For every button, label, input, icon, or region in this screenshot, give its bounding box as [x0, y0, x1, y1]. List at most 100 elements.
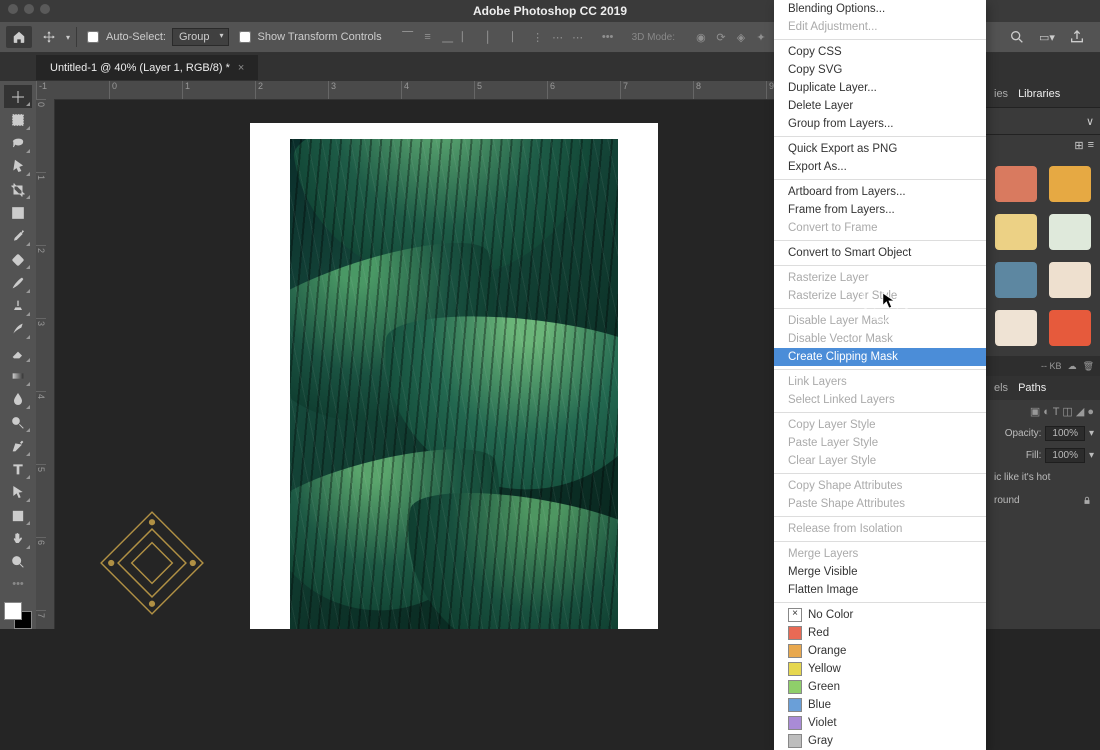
home-button[interactable] — [6, 26, 32, 48]
menu-color-item[interactable]: Gray — [774, 732, 986, 750]
history-brush-tool[interactable] — [4, 318, 32, 341]
show-transform-checkbox[interactable]: Show Transform Controls — [235, 28, 382, 46]
foreground-background-colors[interactable] — [4, 602, 32, 629]
context-menu[interactable]: Blending Options...Edit Adjustment... Cop… — [774, 0, 986, 750]
menu-color-item[interactable]: Red — [774, 624, 986, 642]
menu-item: Merge Layers — [774, 545, 986, 563]
shape-tool[interactable] — [4, 504, 32, 527]
library-swatch[interactable] — [995, 214, 1037, 250]
watermark-logo — [92, 503, 212, 623]
panels-area: ies Libraries ∨ ⊞ ≡ -- KB☁🗑 elsPaths ▣ ◐… — [986, 81, 1100, 629]
lasso-tool[interactable] — [4, 132, 32, 155]
menu-color-item[interactable]: Violet — [774, 714, 986, 732]
auto-select-checkbox[interactable]: Auto-Select: — [83, 28, 166, 46]
library-swatch[interactable] — [1049, 166, 1091, 202]
hand-tool[interactable] — [4, 527, 32, 550]
mode-3d-label: 3D Mode: — [632, 32, 675, 43]
clone-stamp-tool[interactable] — [4, 295, 32, 318]
menu-item: Paste Layer Style — [774, 434, 986, 452]
quick-select-tool[interactable] — [4, 155, 32, 178]
menu-item: Select Linked Layers — [774, 391, 986, 409]
tab-libraries[interactable]: Libraries — [1018, 88, 1060, 100]
move-tool[interactable] — [4, 85, 32, 108]
library-swatch[interactable] — [1049, 310, 1091, 346]
fill-row[interactable]: Fill:100%▾ — [986, 444, 1100, 466]
menu-item[interactable]: Create Clipping Mask — [774, 348, 986, 366]
brush-tool[interactable] — [4, 271, 32, 294]
workspace-icon: ▭▾ — [1038, 28, 1056, 46]
menu-color-item[interactable]: Green — [774, 678, 986, 696]
healing-tool[interactable] — [4, 248, 32, 271]
align-top-icon: ⎺ — [400, 29, 416, 45]
distribute-h-icon: ⋮ — [530, 29, 546, 45]
panel-dropdown-icon[interactable]: ∨ — [1086, 115, 1094, 128]
list-view-icon[interactable]: ≡ — [1088, 139, 1094, 152]
swatch-grid — [986, 156, 1100, 356]
search-icon — [1008, 28, 1026, 46]
library-swatch[interactable] — [1049, 262, 1091, 298]
library-swatch[interactable] — [995, 166, 1037, 202]
eyedropper-tool[interactable] — [4, 225, 32, 248]
frame-tool[interactable] — [4, 201, 32, 224]
menu-item[interactable]: Group from Layers... — [774, 115, 986, 133]
artboard[interactable] — [250, 123, 658, 629]
menu-item[interactable]: Export As... — [774, 158, 986, 176]
blur-tool[interactable] — [4, 388, 32, 411]
type-tool[interactable] — [4, 458, 32, 481]
align-icons[interactable]: ⎺≡⎽ ⎸⎪⎹ ⋮⋯⋯ ••• — [400, 29, 616, 45]
menu-item: Link Layers — [774, 373, 986, 391]
menu-color-item[interactable]: Orange — [774, 642, 986, 660]
path-select-tool[interactable] — [4, 481, 32, 504]
distribute-v-icon: ⋯ — [550, 29, 566, 45]
window-controls[interactable] — [8, 4, 50, 14]
trash-icon[interactable]: 🗑 — [1083, 361, 1094, 372]
gradient-tool[interactable] — [4, 364, 32, 387]
cursor-icon — [882, 292, 896, 313]
menu-item[interactable]: Convert to Smart Object — [774, 244, 986, 262]
library-swatch[interactable] — [1049, 214, 1091, 250]
crop-tool[interactable] — [4, 178, 32, 201]
menu-item[interactable]: Merge Visible — [774, 563, 986, 581]
tab-other[interactable]: ies — [994, 88, 1008, 100]
menu-color-item[interactable]: ×No Color — [774, 606, 986, 624]
top-right-controls[interactable]: ▭▾ — [1008, 28, 1094, 46]
menu-color-item[interactable]: Yellow — [774, 660, 986, 678]
menu-item[interactable]: Delete Layer — [774, 97, 986, 115]
library-swatch[interactable] — [995, 310, 1037, 346]
layers-filter-icons[interactable]: ▣ ◐ T ◫ ◢ ● — [986, 400, 1100, 422]
document-tab[interactable]: Untitled-1 @ 40% (Layer 1, RGB/8) *× — [36, 55, 258, 80]
menu-item[interactable]: Blending Options... — [774, 0, 986, 18]
menu-item[interactable]: Flatten Image — [774, 581, 986, 599]
align-right-icon: ⎹ — [500, 29, 516, 45]
pen-tool[interactable] — [4, 434, 32, 457]
menu-item[interactable]: Copy CSS — [774, 43, 986, 61]
align-left-icon: ⎸ — [460, 29, 476, 45]
menu-item[interactable]: Duplicate Layer... — [774, 79, 986, 97]
layer-name-1[interactable]: ic like it's hot — [986, 466, 1100, 489]
menu-item: Edit Adjustment... — [774, 18, 986, 36]
move-tool-icon[interactable] — [38, 26, 60, 48]
cloud-icon[interactable]: ☁ — [1068, 361, 1077, 372]
menu-item[interactable]: Quick Export as PNG — [774, 140, 986, 158]
placed-image[interactable] — [290, 139, 618, 629]
opacity-row[interactable]: Opacity:100%▾ — [986, 422, 1100, 444]
menu-color-item[interactable]: Blue — [774, 696, 986, 714]
lock-icon — [1082, 495, 1092, 506]
marquee-tool[interactable] — [4, 108, 32, 131]
dropdown-caret-icon[interactable]: ▾ — [66, 33, 70, 42]
menu-item[interactable]: Copy SVG — [774, 61, 986, 79]
menu-item[interactable]: Artboard from Layers... — [774, 183, 986, 201]
menu-item: Disable Vector Mask — [774, 330, 986, 348]
library-swatch[interactable] — [995, 262, 1037, 298]
close-icon[interactable]: × — [238, 62, 244, 74]
eraser-tool[interactable] — [4, 341, 32, 364]
swatch-panel-tabs[interactable]: ies Libraries — [986, 81, 1100, 108]
layer-name-2[interactable]: round — [986, 489, 1100, 512]
menu-item: Clear Layer Style — [774, 452, 986, 470]
layers-panel-tabs[interactable]: elsPaths — [986, 376, 1100, 400]
dodge-tool[interactable] — [4, 411, 32, 434]
zoom-tool[interactable] — [4, 551, 32, 574]
grid-view-icon[interactable]: ⊞ — [1074, 139, 1083, 152]
auto-select-dropdown[interactable]: Group — [172, 28, 229, 46]
menu-item[interactable]: Frame from Layers... — [774, 201, 986, 219]
